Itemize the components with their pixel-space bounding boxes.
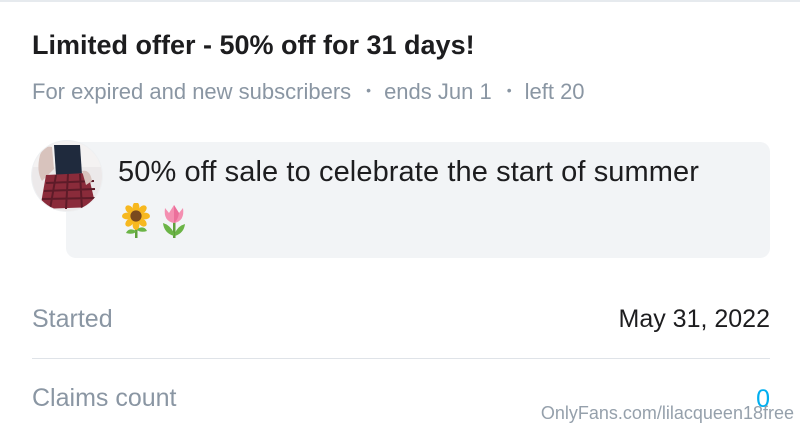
row-divider [32,358,770,359]
claims-count-label: Claims count [32,384,177,412]
offer-ends: ends Jun 1 [384,79,492,104]
offer-title: Limited offer - 50% off for 31 days! [32,30,475,60]
offer-remaining: left 20 [524,79,585,104]
tulip-icon [163,205,185,238]
watermark: OnlyFans.com/lilacqueen18free [540,403,794,423]
started-label: Started [32,305,113,333]
sunflower-icon [122,203,150,238]
meta-separator: • [506,82,512,98]
started-date: May 31, 2022 [618,305,771,333]
avatar-image [32,141,102,211]
meta-separator: • [366,82,372,98]
offer-audience: For expired and new subscribers [32,79,352,104]
top-divider [0,0,800,2]
offer-message-text: 50% off sale to celebrate the start of s… [118,156,700,188]
offer-meta: For expired and new subscribers • ends J… [32,79,585,105]
avatar[interactable] [32,141,102,211]
